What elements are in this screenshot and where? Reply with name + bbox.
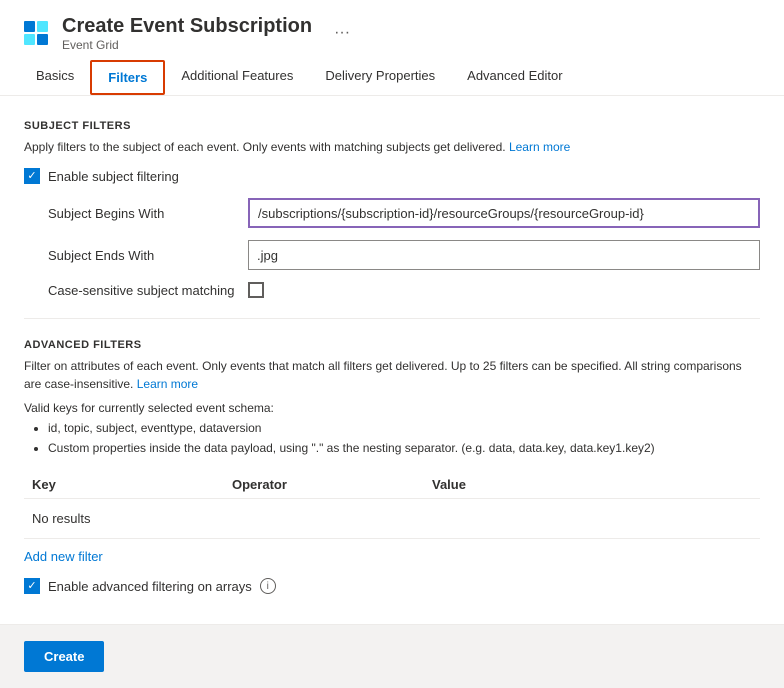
valid-keys-item-1: id, topic, subject, eventtype, dataversi… xyxy=(48,419,760,437)
filters-table-empty: No results xyxy=(24,499,760,539)
header: Create Event Subscription Event Grid ···… xyxy=(0,0,784,96)
page-title: Create Event Subscription xyxy=(62,14,312,38)
event-grid-icon xyxy=(20,17,52,49)
valid-keys-item-2: Custom properties inside the data payloa… xyxy=(48,439,760,457)
enable-subject-filtering-label: Enable subject filtering xyxy=(48,169,179,184)
advanced-filters-desc: Filter on attributes of each event. Only… xyxy=(24,357,760,393)
subject-begins-with-row: Subject Begins With xyxy=(24,198,760,228)
enable-subject-filtering-row: ✓ Enable subject filtering xyxy=(24,168,760,184)
main-content: SUBJECT FILTERS Apply filters to the sub… xyxy=(0,96,784,624)
more-options-button[interactable]: ··· xyxy=(330,24,354,42)
page-subtitle: Event Grid xyxy=(62,38,312,52)
subject-begins-with-input[interactable] xyxy=(248,198,760,228)
tab-delivery-properties[interactable]: Delivery Properties xyxy=(309,60,451,95)
subject-ends-with-input[interactable] xyxy=(248,240,760,270)
enable-adv-filtering-label: Enable advanced filtering on arrays xyxy=(48,579,252,594)
enable-adv-filtering-row: ✓ Enable advanced filtering on arrays i xyxy=(24,578,760,594)
tab-filters[interactable]: Filters xyxy=(90,60,165,95)
tab-bar: Basics Filters Additional Features Deliv… xyxy=(20,60,764,95)
add-new-filter-link[interactable]: Add new filter xyxy=(24,549,103,564)
subject-ends-with-row: Subject Ends With xyxy=(24,240,760,270)
case-sensitive-checkbox[interactable] xyxy=(248,282,264,298)
section-divider xyxy=(24,318,760,319)
subject-ends-with-label: Subject Ends With xyxy=(48,248,248,263)
advanced-filters-title: ADVANCED FILTERS xyxy=(24,339,760,351)
enable-adv-filtering-checkbox[interactable]: ✓ xyxy=(24,578,40,594)
tab-basics[interactable]: Basics xyxy=(20,60,90,95)
subject-filters-title: SUBJECT FILTERS xyxy=(24,120,760,132)
col-value: Value xyxy=(424,477,760,492)
tab-advanced-editor[interactable]: Advanced Editor xyxy=(451,60,578,95)
enable-subject-filtering-checkbox[interactable]: ✓ xyxy=(24,168,40,184)
advanced-filters-learn-more[interactable]: Learn more xyxy=(137,377,198,391)
col-key: Key xyxy=(24,477,224,492)
subject-filters-section: SUBJECT FILTERS Apply filters to the sub… xyxy=(24,120,760,298)
filters-table-header: Key Operator Value xyxy=(24,471,760,499)
valid-keys-list: id, topic, subject, eventtype, dataversi… xyxy=(24,419,760,457)
create-button[interactable]: Create xyxy=(24,641,104,672)
subject-filters-learn-more[interactable]: Learn more xyxy=(509,140,570,154)
subject-begins-with-label: Subject Begins With xyxy=(48,206,248,221)
adv-filtering-info-icon[interactable]: i xyxy=(260,578,276,594)
case-sensitive-label: Case-sensitive subject matching xyxy=(48,283,248,298)
subject-filters-desc: Apply filters to the subject of each eve… xyxy=(24,138,760,156)
case-sensitive-row: Case-sensitive subject matching xyxy=(24,282,760,298)
valid-keys-intro: Valid keys for currently selected event … xyxy=(24,401,760,415)
advanced-filters-section: ADVANCED FILTERS Filter on attributes of… xyxy=(24,339,760,594)
tab-additional-features[interactable]: Additional Features xyxy=(165,60,309,95)
footer: Create xyxy=(0,624,784,688)
col-operator: Operator xyxy=(224,477,424,492)
